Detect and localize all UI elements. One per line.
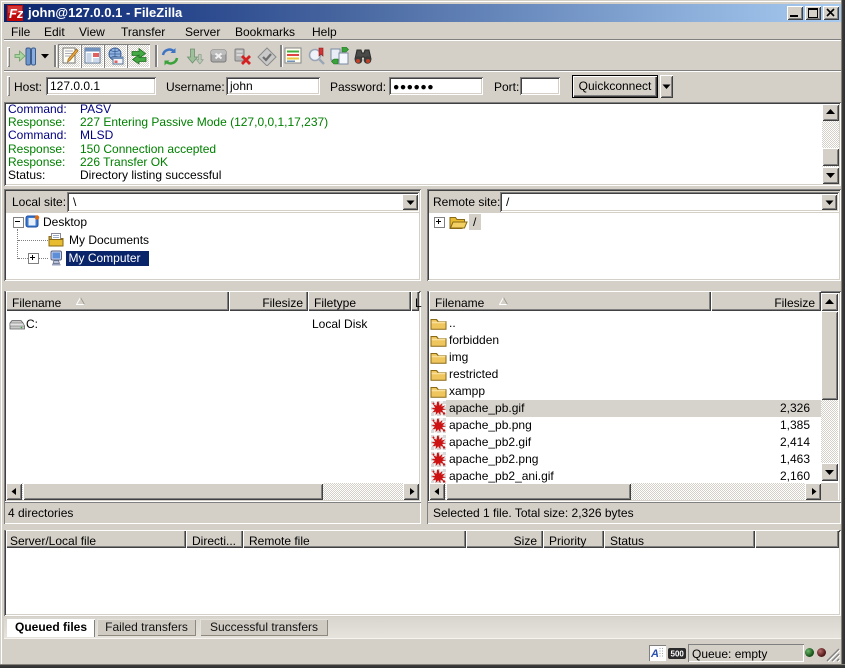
svg-text:Fz: Fz [9,6,23,21]
svg-text:500: 500 [671,650,685,659]
svg-text:A: A [650,648,659,660]
